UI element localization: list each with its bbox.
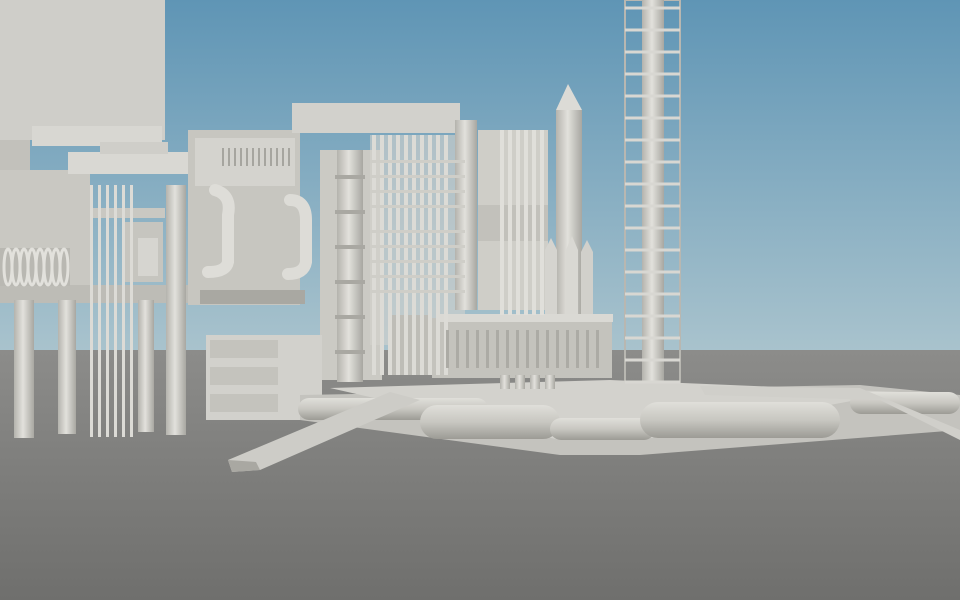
gantry-tube: [380, 135, 384, 375]
roof-vent: [258, 148, 260, 166]
vent-slat: [516, 330, 519, 368]
gantry-tube: [388, 135, 392, 375]
gantry-tube: [412, 135, 416, 375]
ladder-pole: [106, 185, 109, 437]
column-ring: [335, 280, 365, 284]
gantry-tube: [428, 135, 432, 375]
roof-vent: [264, 148, 266, 166]
gantry-tube: [436, 135, 440, 375]
roof-vent: [240, 148, 242, 166]
service-leg: [530, 375, 540, 389]
vent-slat: [546, 330, 549, 368]
gantry-rail: [370, 190, 465, 193]
scene-canvas: [0, 0, 960, 600]
gantry-rail: [370, 260, 465, 263]
gantry-rail: [370, 275, 465, 278]
vent-slat: [466, 330, 469, 368]
gantry-rail: [370, 175, 465, 178]
gantry-tube: [532, 130, 536, 315]
vent-slat: [586, 330, 589, 368]
ladder-pole: [114, 185, 117, 437]
gantry-rail: [370, 205, 465, 208]
column-ring: [335, 315, 365, 319]
vent-slat: [536, 330, 539, 368]
gantry-rail: [370, 290, 465, 293]
gantry-rail: [370, 230, 465, 233]
gantry-tube: [372, 135, 376, 375]
ladder-pole: [98, 185, 101, 437]
vent-slat: [486, 330, 489, 368]
column-ring: [335, 210, 365, 214]
roof-vent: [276, 148, 278, 166]
launch-pad-render: [0, 0, 960, 600]
vent-slat: [496, 330, 499, 368]
vent-slat: [526, 330, 529, 368]
gantry-tube: [420, 135, 424, 375]
ladder-pole: [122, 185, 125, 437]
gantry-tube: [396, 135, 400, 375]
service-leg: [500, 375, 510, 389]
gantry-tube: [540, 130, 544, 315]
gantry-tube: [404, 135, 408, 375]
vent-slat: [456, 330, 459, 368]
gantry-tube: [516, 130, 520, 315]
vent-slat: [506, 330, 509, 368]
vent-slat: [566, 330, 569, 368]
roof-vent: [234, 148, 236, 166]
roof-vent: [252, 148, 254, 166]
vent-slat: [556, 330, 559, 368]
roof-vent: [246, 148, 248, 166]
column-ring: [335, 245, 365, 249]
column-ring: [335, 350, 365, 354]
roof-vent: [222, 148, 224, 166]
gantry-rail: [370, 160, 465, 163]
roof-vent: [270, 148, 272, 166]
service-leg: [545, 375, 555, 389]
gantry-tube: [524, 130, 528, 315]
gantry-tube: [508, 130, 512, 315]
vent-slat: [596, 330, 599, 368]
ladder-pole: [90, 185, 93, 437]
vent-slat: [576, 330, 579, 368]
column-ring: [335, 175, 365, 179]
service-leg: [515, 375, 525, 389]
ladder-pole: [130, 185, 133, 437]
roof-vent: [288, 148, 290, 166]
gantry-rail: [370, 245, 465, 248]
roof-vent: [282, 148, 284, 166]
roof-vent: [228, 148, 230, 166]
vent-slat: [446, 330, 449, 368]
vent-slat: [476, 330, 479, 368]
gantry-tube: [500, 130, 504, 315]
